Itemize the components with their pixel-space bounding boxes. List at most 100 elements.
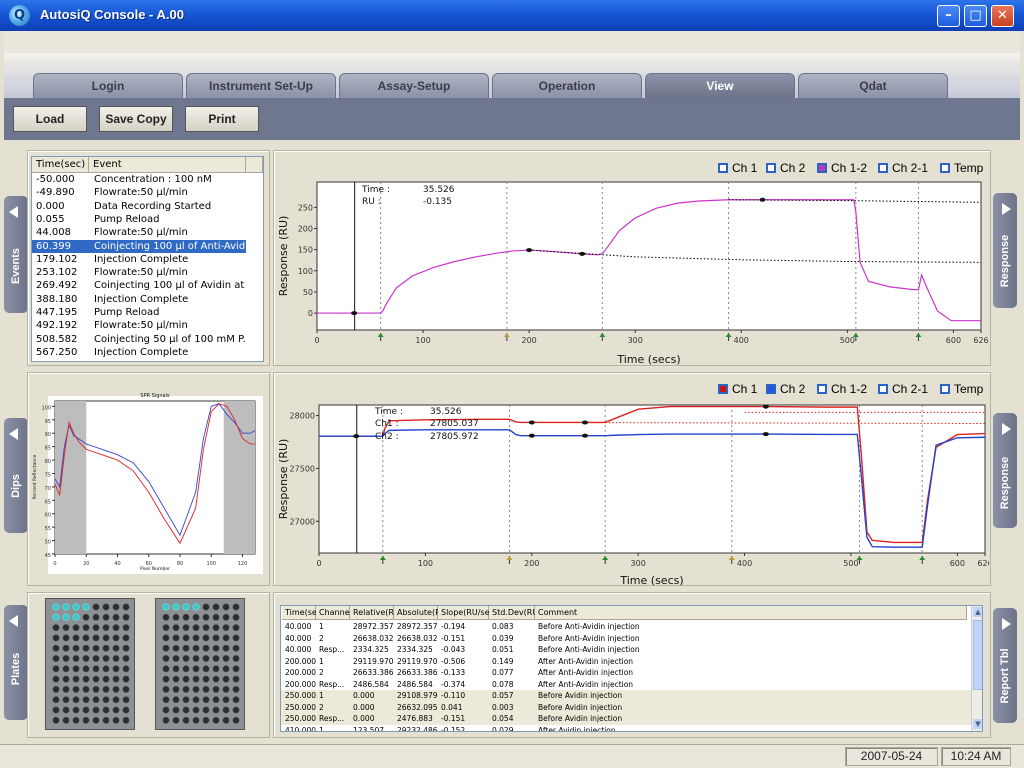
event-row[interactable]: -50.000 Concentration : 100 nM [32,173,246,186]
checkbox-icon[interactable] [766,163,776,173]
event-row[interactable]: 44.008 Flowrate:50 µl/min [32,226,246,239]
tab-operation[interactable]: Operation [492,73,642,99]
event-row[interactable]: 0.000 Data Recording Started [32,200,246,213]
tab-login[interactable]: Login [33,73,183,99]
scroll-up-icon[interactable]: ▲ [973,607,982,617]
maximize-icon[interactable]: □ [964,5,987,27]
table-row[interactable]: 40.000 Resp... 2334.325 2334.325 -0.043 0.051… [281,644,971,656]
legend-item-ch1[interactable]: Ch 1 [718,382,757,396]
plate-well [102,634,110,642]
event-row[interactable]: 388.180 Injection Complete [32,293,246,306]
plate-left[interactable] [45,598,135,730]
side-tab-report-tbl[interactable]: Report Tbl [993,608,1017,723]
checkbox-checked-icon[interactable] [817,163,827,173]
event-row[interactable]: 179.102 Injection Complete [32,253,246,266]
checkbox-icon[interactable] [718,163,728,173]
report-column-header[interactable]: Absolute(RU) [394,606,450,620]
table-row[interactable]: 200.000 2 26633.386 26633.386 -0.133 0.077 Aft… [281,667,971,679]
legend-item-temp[interactable]: Temp [940,382,983,396]
print-button[interactable]: Print [185,106,259,132]
table-row[interactable]: 250.000 Resp... 0.000 2476.883 -0.151 0.054 Be… [281,713,971,725]
plate-wells[interactable] [156,599,244,729]
plate-well-selected [52,613,60,621]
report-column-header[interactable]: Time(sec) [282,606,324,620]
table-row[interactable]: 200.000 1 29119.970 29119.970 -0.506 0.149 Aft… [281,656,971,668]
plate-well [52,644,60,652]
side-tab-plates[interactable]: Plates [4,605,28,720]
table-row[interactable]: 250.000 1 0.000 29108.979 -0.110 0.057 Before … [281,690,971,702]
minimize-icon[interactable]: – [937,5,960,27]
plate-right[interactable] [155,598,245,730]
plate-well [62,696,70,704]
event-row[interactable]: 567.250 Injection Complete [32,346,246,359]
table-row[interactable]: 410.000 1 123.507 29232.486 -0.152 0.029 After… [281,725,971,732]
event-description: Data Recording Started [94,200,212,212]
plate-wells[interactable] [46,599,134,729]
scroll-thumb[interactable] [973,620,982,690]
event-time: 179.102 [36,253,78,265]
plate-well [232,665,240,673]
tab-instrument-setup[interactable]: Instrument Set-Up [186,73,336,99]
legend-item-ch1[interactable]: Ch 1 [718,161,757,175]
event-row[interactable]: 269.492 Coinjecting 100 µl of Avidin at .… [32,279,246,292]
column-header-event[interactable]: Event [89,157,246,173]
event-row[interactable]: 492.192 Flowrate:50 µl/min [32,319,246,332]
event-row[interactable]: 0.055 Pump Reload [32,213,246,226]
legend-item-ch2[interactable]: Ch 2 [766,382,805,396]
vertical-scrollbar[interactable]: ▲ ▼ [971,606,982,731]
spr-signals-chart[interactable]: 0 20 40 60 80 100 1204550556065707580859095100… [30,386,267,582]
table-cell: 0.083 [492,622,514,631]
table-row[interactable]: 200.000 Resp... 2486.584 2486.584 -0.374 0.07… [281,679,971,691]
x-tick-label: 300 [631,559,646,568]
response-chart-bottom[interactable]: 0 100 200 300 400 500 600 626 27000 27500 28000 Tim… [275,398,989,586]
load-button[interactable]: Load [13,106,87,132]
checkbox-icon[interactable] [878,163,888,173]
column-header-time[interactable]: Time(sec) [32,157,89,173]
table-row[interactable]: 40.000 2 26638.032 26638.032 -0.151 0.039 Befo… [281,633,971,645]
legend-item-ch2[interactable]: Ch 2 [766,161,805,175]
response-chart-top[interactable]: 0 100 200 300 400 500 600 626 0 50 100 150 200 250 Tim… [275,175,989,365]
plate-well [192,654,200,662]
report-column-header[interactable]: Relative(RU) [350,606,403,620]
checkbox-checked-icon[interactable] [718,384,728,394]
side-tab-events[interactable]: Events [4,196,28,313]
report-table[interactable]: Time(sec) Channel Relative(RU) Absolute(RU)… [280,605,983,732]
table-cell: Resp... [319,679,345,689]
report-column-header[interactable]: Comment [535,606,967,620]
legend-item-temp[interactable]: Temp [940,161,983,175]
checkbox-icon[interactable] [878,384,888,394]
save-copy-button[interactable]: Save Copy [99,106,173,132]
checkbox-icon[interactable] [817,384,827,394]
tab-qdat[interactable]: Qdat [798,73,948,99]
plate-well [62,624,70,632]
legend-item-ch1-2[interactable]: Ch 1-2 [817,382,867,396]
legend-item-ch1-2[interactable]: Ch 1-2 [817,161,867,175]
checkbox-checked-icon[interactable] [766,384,776,394]
report-column-header[interactable]: Channel [316,606,352,620]
side-tab-dips[interactable]: Dips [4,418,28,533]
report-column-header[interactable]: Std.Dev(RU) [489,606,541,620]
plate-well [182,654,190,662]
event-row[interactable]: 60.399 Coinjecting 100 µl of Anti-Avid... [32,239,246,253]
event-row[interactable]: 253.102 Flowrate:50 µl/min [32,266,246,279]
side-tab-response-top[interactable]: Response [993,193,1017,308]
legend-item-ch2-1[interactable]: Ch 2-1 [878,161,928,175]
event-row[interactable]: 447.195 Pump Reload [32,306,246,319]
legend-item-ch2-1[interactable]: Ch 2-1 [878,382,928,396]
event-row[interactable]: 508.582 Coinjecting 50 µl of 100 mM P... [32,333,246,346]
tab-view[interactable]: View [645,73,795,99]
plate-well [222,685,230,693]
tab-assay-setup[interactable]: Assay-Setup [339,73,489,99]
checkbox-icon[interactable] [940,163,950,173]
close-icon[interactable]: ✕ [991,5,1014,27]
report-column-header[interactable]: Slope(RU/sec) [438,606,497,620]
plate-well [212,706,220,714]
side-tab-response-bottom[interactable]: Response [993,413,1017,528]
event-row[interactable]: -49.890 Flowrate:50 µl/min [32,186,246,199]
table-row[interactable]: 40.000 1 28972.357 28972.357 -0.194 0.083 Befo… [281,621,971,633]
events-list[interactable]: Time(sec) Event -50.000 Concentration : 1… [31,156,264,362]
plate-well [72,624,80,632]
checkbox-icon[interactable] [940,384,950,394]
table-row[interactable]: 250.000 2 0.000 26632.095 0.041 0.003 Before A… [281,701,971,713]
scroll-down-icon[interactable]: ▼ [973,719,982,729]
